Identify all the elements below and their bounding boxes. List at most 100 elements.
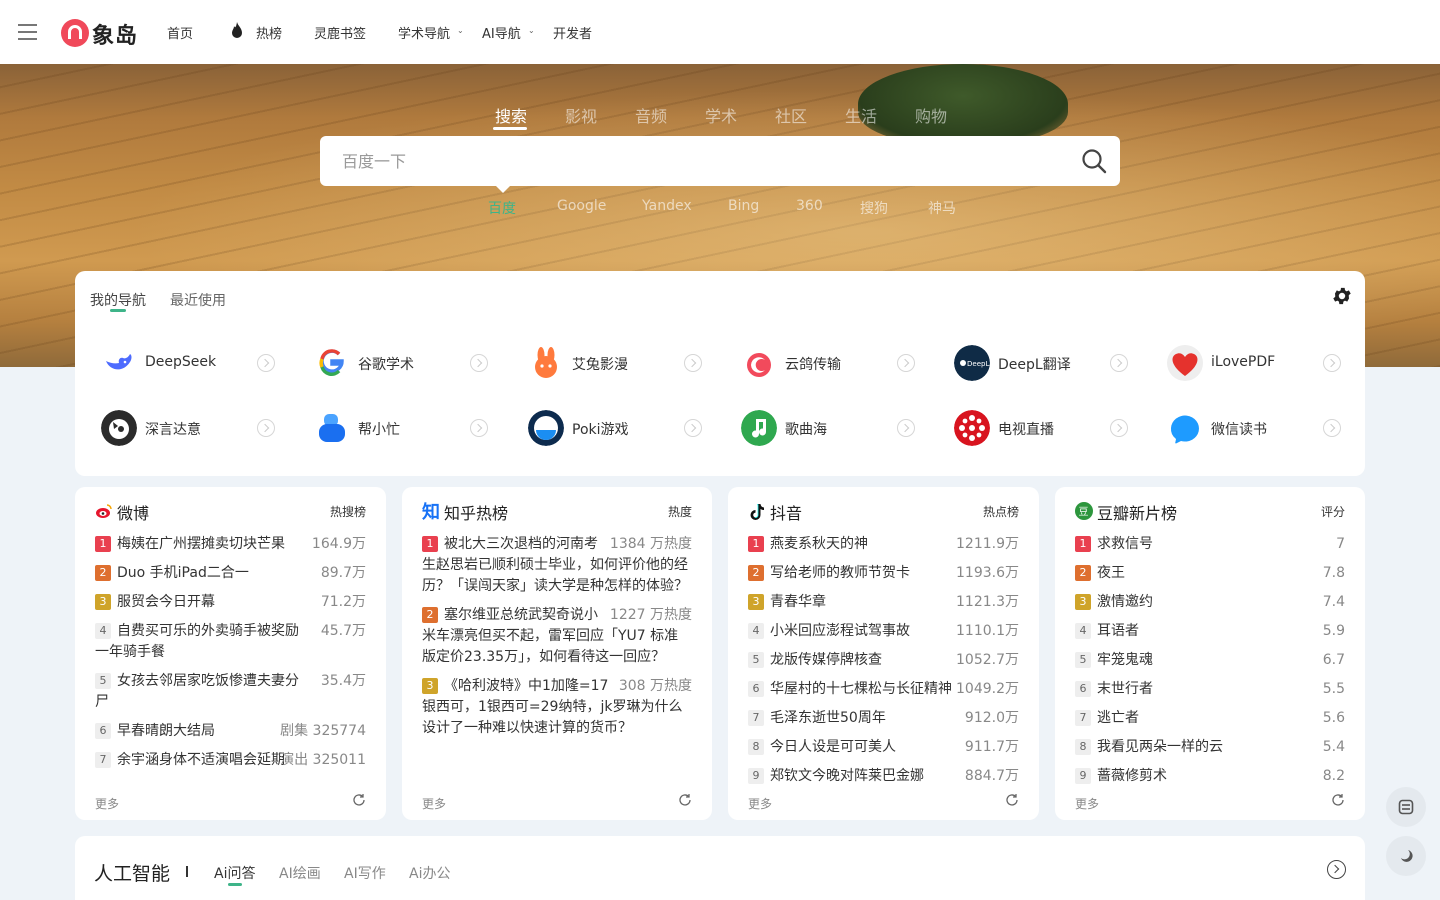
tab-ai-drawing[interactable]: AI绘画 bbox=[279, 863, 321, 883]
chevron-right-icon[interactable] bbox=[257, 419, 275, 437]
engine-baidu[interactable]: 百度 bbox=[488, 198, 516, 218]
chevron-right-icon[interactable] bbox=[1110, 419, 1128, 437]
tab-ai-qa[interactable]: Ai问答 bbox=[214, 863, 255, 883]
list-item[interactable]: 3 青春华章 1121.3万 bbox=[748, 592, 1019, 613]
search-tab-shopping[interactable]: 购物 bbox=[915, 103, 947, 127]
board-subtitle[interactable]: 热度 bbox=[668, 503, 692, 520]
search-tab-academic[interactable]: 学术 bbox=[705, 103, 737, 127]
more-link[interactable]: 更多 bbox=[422, 795, 446, 812]
refresh-icon[interactable] bbox=[678, 793, 692, 807]
float-tool-button[interactable] bbox=[1386, 787, 1426, 827]
chevron-right-icon[interactable] bbox=[897, 354, 915, 372]
chevron-right-icon[interactable] bbox=[684, 419, 702, 437]
engine-google[interactable]: Google bbox=[557, 198, 606, 214]
nav-academic[interactable]: 学术导航 bbox=[398, 23, 450, 42]
more-link[interactable]: 更多 bbox=[1075, 795, 1099, 812]
chevron-right-circle-icon[interactable] bbox=[1327, 860, 1346, 879]
chevron-right-icon[interactable] bbox=[470, 419, 488, 437]
search-tab-video[interactable]: 影视 bbox=[565, 103, 597, 127]
list-item[interactable]: 6 末世行者 5.5 bbox=[1075, 679, 1345, 700]
engine-360[interactable]: 360 bbox=[796, 198, 823, 214]
list-item[interactable]: 7 毛泽东逝世50周年 912.0万 bbox=[748, 708, 1019, 729]
list-item[interactable]: 2 1227 万热度 塞尔维亚总统武契奇说小米车漂亮但买不起，雷军回应「YU7 标准… bbox=[422, 605, 692, 668]
search-tab-audio[interactable]: 音频 bbox=[635, 103, 667, 127]
list-item[interactable]: 7 余宇涵身体不适演唱会延期 演出 325011 bbox=[95, 750, 366, 771]
more-link[interactable]: 更多 bbox=[748, 795, 772, 812]
chevron-right-icon[interactable] bbox=[257, 354, 275, 372]
refresh-icon[interactable] bbox=[1005, 793, 1019, 807]
tab-ai-writing[interactable]: AI写作 bbox=[344, 863, 386, 883]
list-item[interactable]: 2 夜王 7.8 bbox=[1075, 563, 1345, 584]
engine-bing[interactable]: Bing bbox=[728, 198, 759, 214]
site-shenyan[interactable]: 深言达意 bbox=[101, 408, 301, 448]
site-google-scholar[interactable]: 谷歌学术 bbox=[314, 343, 514, 383]
list-item[interactable]: 1 1384 万热度 被北大三次退档的河南考生赵思岩已顺利硕士毕业，如何评价他的经历… bbox=[422, 534, 692, 597]
list-item[interactable]: 2 Duo 手机iPad二合一 89.7万 bbox=[95, 563, 366, 584]
list-item[interactable]: 9 蔷薇修剪术 8.2 bbox=[1075, 766, 1345, 784]
list-item[interactable]: 8 我看见两朵一样的云 5.4 bbox=[1075, 737, 1345, 758]
site-deepl[interactable]: DeepL DeepL翻译 bbox=[954, 343, 1154, 383]
search-tab-search[interactable]: 搜索 bbox=[495, 103, 527, 127]
board-subtitle[interactable]: 热点榜 bbox=[983, 503, 1019, 520]
list-item[interactable]: 4 自费买可乐的外卖骑手被奖励一年骑手餐 45.7万 bbox=[95, 621, 366, 663]
list-item[interactable]: 7 逃亡者 5.6 bbox=[1075, 708, 1345, 729]
site-ilovepdf[interactable]: iLovePDF bbox=[1167, 343, 1367, 383]
item-title: 女孩去邻居家吃饭惨遭夫妻分尸 bbox=[95, 673, 299, 710]
theme-toggle-button[interactable] bbox=[1386, 836, 1426, 876]
nav-home[interactable]: 首页 bbox=[167, 23, 193, 42]
list-item[interactable]: 2 写给老师的教师节贺卡 1193.6万 bbox=[748, 563, 1019, 584]
site-yunge[interactable]: 云鸽传输 bbox=[741, 343, 941, 383]
list-item[interactable]: 1 梅姨在广州摆摊卖切块芒果 164.9万 bbox=[95, 534, 366, 555]
nav-linglu-bookmark[interactable]: 灵鹿书签 bbox=[314, 23, 366, 42]
nav-hot[interactable]: 热榜 bbox=[256, 23, 282, 42]
site-gequhai[interactable]: 歌曲海 bbox=[741, 408, 941, 448]
list-item[interactable]: 3 308 万热度 《哈利波特》中1加隆=17银西可，1银西可=29纳特，jk罗琳为… bbox=[422, 676, 692, 739]
site-poki[interactable]: Poki游戏 bbox=[528, 408, 728, 448]
list-item[interactable]: 5 女孩去邻居家吃饭惨遭夫妻分尸 35.4万 bbox=[95, 671, 366, 713]
search-icon[interactable] bbox=[1081, 148, 1107, 174]
list-item[interactable]: 8 今日人设是可可美人 911.7万 bbox=[748, 737, 1019, 758]
list-item[interactable]: 5 牢笼鬼魂 6.7 bbox=[1075, 650, 1345, 671]
list-item[interactable]: 6 早春晴朗大结局 剧集 325774 bbox=[95, 721, 366, 742]
nav-developer[interactable]: 开发者 bbox=[553, 23, 592, 42]
list-item[interactable]: 3 服贸会今日开幕 71.2万 bbox=[95, 592, 366, 613]
site-weread[interactable]: 微信读书 bbox=[1167, 408, 1367, 448]
site-bangxiaomang[interactable]: 帮小忙 bbox=[314, 408, 514, 448]
list-item[interactable]: 4 小米回应澎程试驾事故 1110.1万 bbox=[748, 621, 1019, 642]
engine-shenma[interactable]: 神马 bbox=[928, 198, 956, 218]
list-item[interactable]: 1 燕麦系秋天的神 1211.9万 bbox=[748, 534, 1019, 555]
tab-recent[interactable]: 最近使用 bbox=[170, 290, 226, 310]
list-item[interactable]: 1 求救信号 7 bbox=[1075, 534, 1345, 555]
search-input[interactable] bbox=[320, 136, 1060, 186]
refresh-icon[interactable] bbox=[352, 793, 366, 807]
refresh-icon[interactable] bbox=[1331, 793, 1345, 807]
tab-ai-office[interactable]: Ai办公 bbox=[409, 863, 450, 883]
engine-yandex[interactable]: Yandex bbox=[642, 198, 692, 214]
item-title: 毛泽东逝世50周年 bbox=[770, 710, 886, 726]
search-tab-life[interactable]: 生活 bbox=[845, 103, 877, 127]
site-aitu[interactable]: 艾兔影漫 bbox=[528, 343, 728, 383]
hot-list: 1 求救信号 7 2 夜王 7.8 3 激情邀约 7.4 4 耳语者 5.9 5 牢笼鬼魂 6.7 … bbox=[1075, 534, 1345, 784]
chevron-right-icon[interactable] bbox=[1323, 419, 1341, 437]
engine-sogou[interactable]: 搜狗 bbox=[860, 198, 888, 218]
chevron-right-icon[interactable] bbox=[1110, 354, 1128, 372]
chevron-right-icon[interactable] bbox=[1323, 354, 1341, 372]
chevron-right-icon[interactable] bbox=[684, 354, 702, 372]
list-item[interactable]: 9 郑钦文今晚对阵莱巴金娜 884.7万 bbox=[748, 766, 1019, 784]
board-subtitle[interactable]: 评分 bbox=[1321, 503, 1345, 520]
site-deepseek[interactable]: DeepSeek bbox=[101, 343, 301, 383]
chevron-right-icon[interactable] bbox=[470, 354, 488, 372]
list-item[interactable]: 5 龙版传媒停牌核查 1052.7万 bbox=[748, 650, 1019, 671]
nav-ai[interactable]: AI导航 bbox=[482, 23, 521, 42]
search-tab-community[interactable]: 社区 bbox=[775, 103, 807, 127]
list-item[interactable]: 6 华屋村的十七棵松与长征精神 1049.2万 bbox=[748, 679, 1019, 700]
tab-my-nav[interactable]: 我的导航 bbox=[90, 290, 146, 310]
hamburger-menu-icon[interactable] bbox=[18, 23, 38, 41]
list-item[interactable]: 3 激情邀约 7.4 bbox=[1075, 592, 1345, 613]
chevron-right-icon[interactable] bbox=[897, 419, 915, 437]
site-tv-live[interactable]: 电视直播 bbox=[954, 408, 1154, 448]
more-link[interactable]: 更多 bbox=[95, 795, 119, 812]
list-item[interactable]: 4 耳语者 5.9 bbox=[1075, 621, 1345, 642]
gear-icon[interactable] bbox=[1331, 285, 1353, 307]
board-subtitle[interactable]: 热搜榜 bbox=[330, 503, 366, 520]
